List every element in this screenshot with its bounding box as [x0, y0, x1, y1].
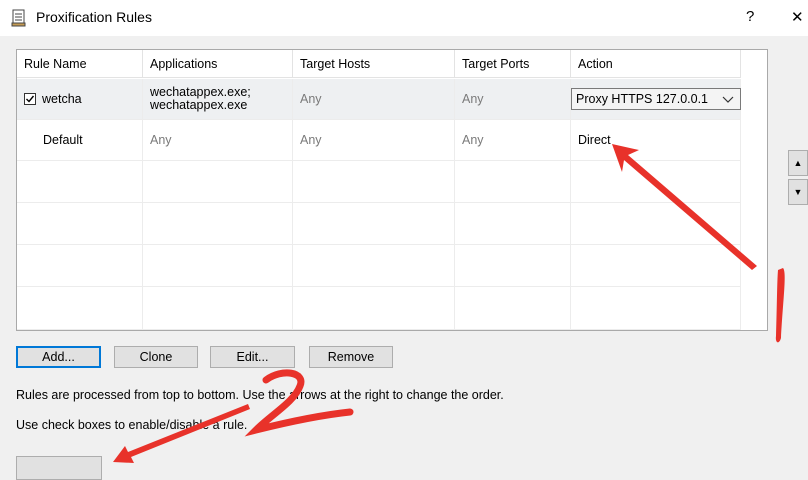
order-hint: Rules are processed from top to bottom. …	[16, 388, 504, 402]
action-value: Direct	[571, 120, 741, 161]
table-row[interactable]: Default Any Any Any Direct	[17, 120, 741, 161]
empty-row	[17, 161, 741, 203]
target-hosts: Any	[293, 79, 455, 120]
close-button[interactable]: ✕	[791, 8, 804, 26]
annotation-mark	[775, 268, 785, 343]
enable-hint: Use check boxes to enable/disable a rule…	[16, 418, 248, 432]
action-dropdown[interactable]: Proxy HTTPS 127.0.0.1	[571, 88, 741, 110]
header-target-hosts[interactable]: Target Hosts	[293, 50, 455, 78]
target-hosts: Any	[293, 120, 455, 161]
triangle-up-icon: ▲	[793, 158, 803, 168]
rule-enabled-checkbox[interactable]	[24, 93, 36, 105]
target-ports: Any	[455, 120, 571, 161]
add-button[interactable]: Add...	[16, 346, 101, 368]
rule-name: wetcha	[42, 92, 82, 106]
header-target-ports[interactable]: Target Ports	[455, 50, 571, 78]
triangle-down-icon: ▼	[793, 187, 803, 197]
clone-button[interactable]: Clone	[114, 346, 198, 368]
header-applications[interactable]: Applications	[143, 50, 293, 78]
rules-table: Rule Name Applications Target Hosts Targ…	[16, 49, 768, 331]
target-ports: Any	[455, 79, 571, 120]
applications-line: wechatappex.exe	[150, 98, 248, 112]
remove-button[interactable]: Remove	[309, 346, 393, 368]
empty-row	[17, 245, 741, 287]
window-title: Proxification Rules	[36, 9, 152, 25]
rule-name: Default	[17, 120, 143, 161]
document-icon	[11, 9, 27, 30]
help-button[interactable]: ?	[746, 8, 754, 25]
header-rule-name[interactable]: Rule Name	[17, 50, 143, 78]
move-down-button[interactable]: ▼	[788, 179, 808, 205]
action-value: Proxy HTTPS 127.0.0.1	[576, 92, 709, 106]
header-action[interactable]: Action	[571, 50, 741, 78]
applications: Any	[143, 120, 293, 161]
annotation-arrow	[113, 404, 250, 463]
bottom-button[interactable]	[16, 456, 102, 480]
empty-row	[17, 203, 741, 245]
edit-button[interactable]: Edit...	[210, 346, 295, 368]
chevron-down-icon	[722, 89, 734, 115]
move-up-button[interactable]: ▲	[788, 150, 808, 176]
title-bar: Proxification Rules ? ✕	[0, 0, 808, 36]
empty-row	[17, 287, 741, 330]
